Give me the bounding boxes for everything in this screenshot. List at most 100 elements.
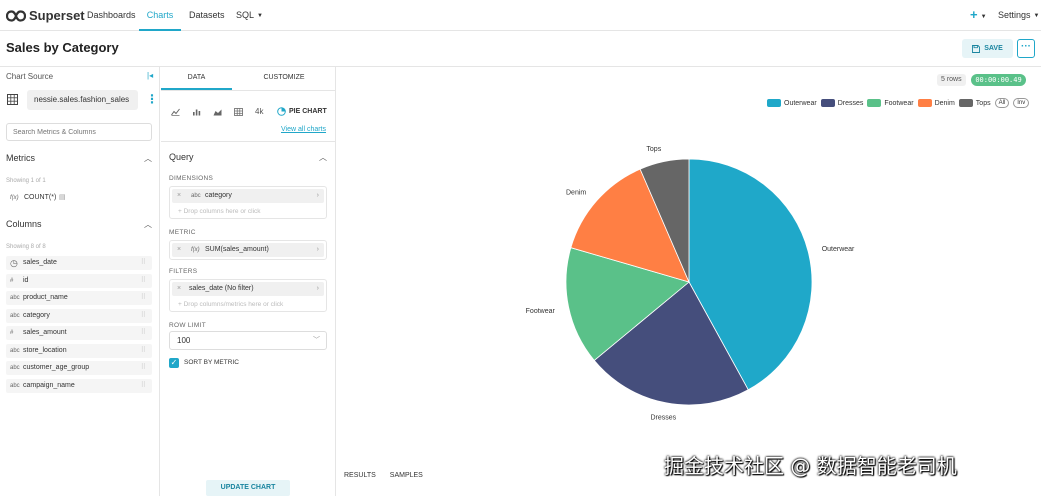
legend-invert[interactable]: Inv — [1013, 98, 1030, 108]
search-input[interactable] — [6, 123, 152, 141]
chevron-up-icon[interactable]: ︿ — [319, 152, 327, 163]
row-limit-select[interactable]: 100 ﹀ — [169, 331, 327, 350]
nav-sql[interactable]: SQL ▼ — [236, 0, 263, 31]
info-icon: ▤ — [59, 194, 66, 201]
legend-swatch — [820, 99, 835, 107]
filter-chip[interactable]: × sales_date (No filter) › — [172, 282, 324, 296]
column-name: category — [23, 311, 50, 319]
settings-menu[interactable]: Settings ▼ — [998, 0, 1039, 31]
line-chart-icon[interactable] — [171, 108, 180, 116]
column-item[interactable]: abc product_name ⠿ — [6, 291, 152, 305]
legend-label: Footwear — [884, 99, 914, 107]
metric-name: COUNT(*) — [24, 194, 57, 201]
control-panel: DATA CUSTOMIZE 4k PIE CHART View all cha… — [161, 67, 336, 496]
metrics-section-title[interactable]: Metrics — [6, 153, 35, 163]
row-limit-value: 100 — [177, 336, 191, 345]
columns-section-title[interactable]: Columns — [6, 219, 42, 229]
metric-chip[interactable]: × f(x) SUM(sales_amount) › — [172, 243, 324, 257]
nav-datasets[interactable]: Datasets — [189, 0, 225, 31]
nav-charts[interactable]: Charts — [139, 0, 181, 31]
chevron-right-icon: › — [316, 192, 319, 199]
legend-item[interactable]: Tops — [958, 99, 991, 107]
string-type-icon: abc — [10, 312, 20, 319]
chevron-up-icon[interactable]: ︿ — [144, 153, 152, 164]
tab-samples[interactable]: SAMPLES — [390, 472, 423, 479]
drag-handle-icon[interactable]: ⠿ — [141, 361, 146, 375]
clock-icon: ◷ — [10, 258, 18, 268]
drag-handle-icon[interactable]: ⠿ — [141, 326, 146, 340]
tab-results[interactable]: RESULTS — [344, 472, 376, 479]
save-label: SAVE — [984, 45, 1003, 52]
table-chart-icon[interactable] — [234, 107, 243, 116]
tab-customize[interactable]: CUSTOMIZE — [232, 67, 336, 90]
save-button[interactable]: SAVE — [962, 39, 1013, 58]
remove-icon[interactable]: × — [177, 189, 181, 203]
pie-label: Denim — [566, 189, 586, 196]
superset-logo[interactable]: Superset — [6, 7, 85, 24]
filters-drop-zone[interactable]: + Drop columns/metrics here or click — [170, 298, 326, 311]
chart-title[interactable]: Sales by Category — [6, 40, 119, 55]
column-name: id — [23, 276, 29, 284]
pie-chart-icon — [277, 107, 286, 116]
column-item[interactable]: abc store_location ⠿ — [6, 343, 152, 358]
legend-item[interactable]: Footwear — [867, 99, 914, 107]
column-item[interactable]: abc category ⠿ — [6, 308, 152, 323]
pie-label: Outerwear — [822, 246, 855, 253]
function-icon: f(x) — [10, 195, 19, 201]
numeric-type-icon: # — [10, 277, 14, 284]
legend-item[interactable]: Denim — [917, 99, 955, 107]
legend-item[interactable]: Dresses — [820, 99, 863, 107]
selected-viz-type[interactable]: PIE CHART — [277, 104, 327, 119]
metric-item[interactable]: f(x) COUNT(*) ▤ — [6, 191, 152, 205]
dimensions-drop-zone[interactable]: + Drop columns here or click — [170, 205, 326, 218]
drag-handle-icon[interactable]: ⠿ — [141, 379, 146, 393]
drag-handle-icon[interactable]: ⠿ — [141, 274, 146, 288]
more-options-button[interactable]: ··· — [1017, 39, 1035, 58]
chevron-up-icon[interactable]: ︿ — [144, 219, 152, 230]
pie-chart[interactable]: Outerwear Dresses Footwear Denim Tops — [337, 127, 1041, 467]
drag-handle-icon[interactable]: ⠿ — [141, 291, 146, 305]
chart-legend: Outerwear Dresses Footwear Denim Tops All Inv — [767, 98, 1030, 108]
nav-dashboards[interactable]: Dashboards — [87, 0, 136, 31]
tab-divider — [161, 90, 336, 91]
dimensions-label: DIMENSIONS — [169, 175, 214, 182]
drag-handle-icon[interactable]: ⠿ — [141, 309, 146, 323]
column-item[interactable]: abc campaign_name ⠿ — [6, 378, 152, 393]
dataset-menu-icon[interactable]: ⋮ — [146, 92, 158, 106]
legend-swatch — [917, 99, 932, 107]
column-item[interactable]: # id ⠿ — [6, 273, 152, 288]
dimensions-control: × abc category › + Drop columns here or … — [169, 186, 327, 219]
dataset-name[interactable]: nessie.sales.fashion_sales — [27, 90, 138, 110]
bar-chart-icon[interactable] — [192, 108, 201, 116]
numeric-type-icon: # — [10, 330, 14, 336]
sort-by-metric-label[interactable]: SORT BY METRIC — [184, 359, 239, 366]
drag-handle-icon[interactable]: ⠿ — [141, 344, 146, 358]
filters-control: × sales_date (No filter) › + Drop column… — [169, 279, 327, 312]
filters-label: FILTERS — [169, 268, 198, 275]
column-item[interactable]: abc customer_age_group ⠿ — [6, 361, 152, 375]
chart-source-label: Chart Source — [6, 72, 54, 81]
datasource-panel: Chart Source |◂ nessie.sales.fashion_sal… — [0, 67, 160, 496]
filters-drop-label: Drop columns/metrics here or click — [183, 301, 284, 308]
legend-select-all[interactable]: All — [994, 98, 1010, 108]
chevron-down-icon: ▼ — [257, 13, 263, 19]
remove-icon[interactable]: × — [177, 282, 181, 296]
collapse-panel-icon[interactable]: |◂ — [147, 71, 153, 80]
big-number-icon[interactable]: 4k — [255, 107, 263, 116]
row-limit-label: ROW LIMIT — [169, 322, 207, 329]
view-all-charts-link[interactable]: View all charts — [281, 126, 326, 133]
legend-item[interactable]: Outerwear — [767, 99, 817, 107]
filter-name: sales_date (No filter) — [189, 285, 254, 292]
new-menu-button[interactable]: + ▼ — [970, 8, 987, 24]
sort-by-metric-checkbox[interactable]: ✓ — [169, 358, 179, 368]
tab-data[interactable]: DATA — [161, 67, 232, 90]
dimension-chip[interactable]: × abc category › — [172, 189, 324, 203]
column-item[interactable]: # sales_amount ⠿ — [6, 326, 152, 340]
remove-icon[interactable]: × — [177, 243, 181, 257]
query-section-title[interactable]: Query — [169, 152, 194, 162]
update-chart-button[interactable]: UPDATE CHART — [206, 480, 290, 496]
pie-label: Tops — [646, 146, 661, 153]
area-chart-icon[interactable] — [213, 108, 222, 116]
drag-handle-icon[interactable]: ⠿ — [141, 256, 146, 270]
column-item[interactable]: ◷ sales_date ⠿ — [6, 256, 152, 270]
